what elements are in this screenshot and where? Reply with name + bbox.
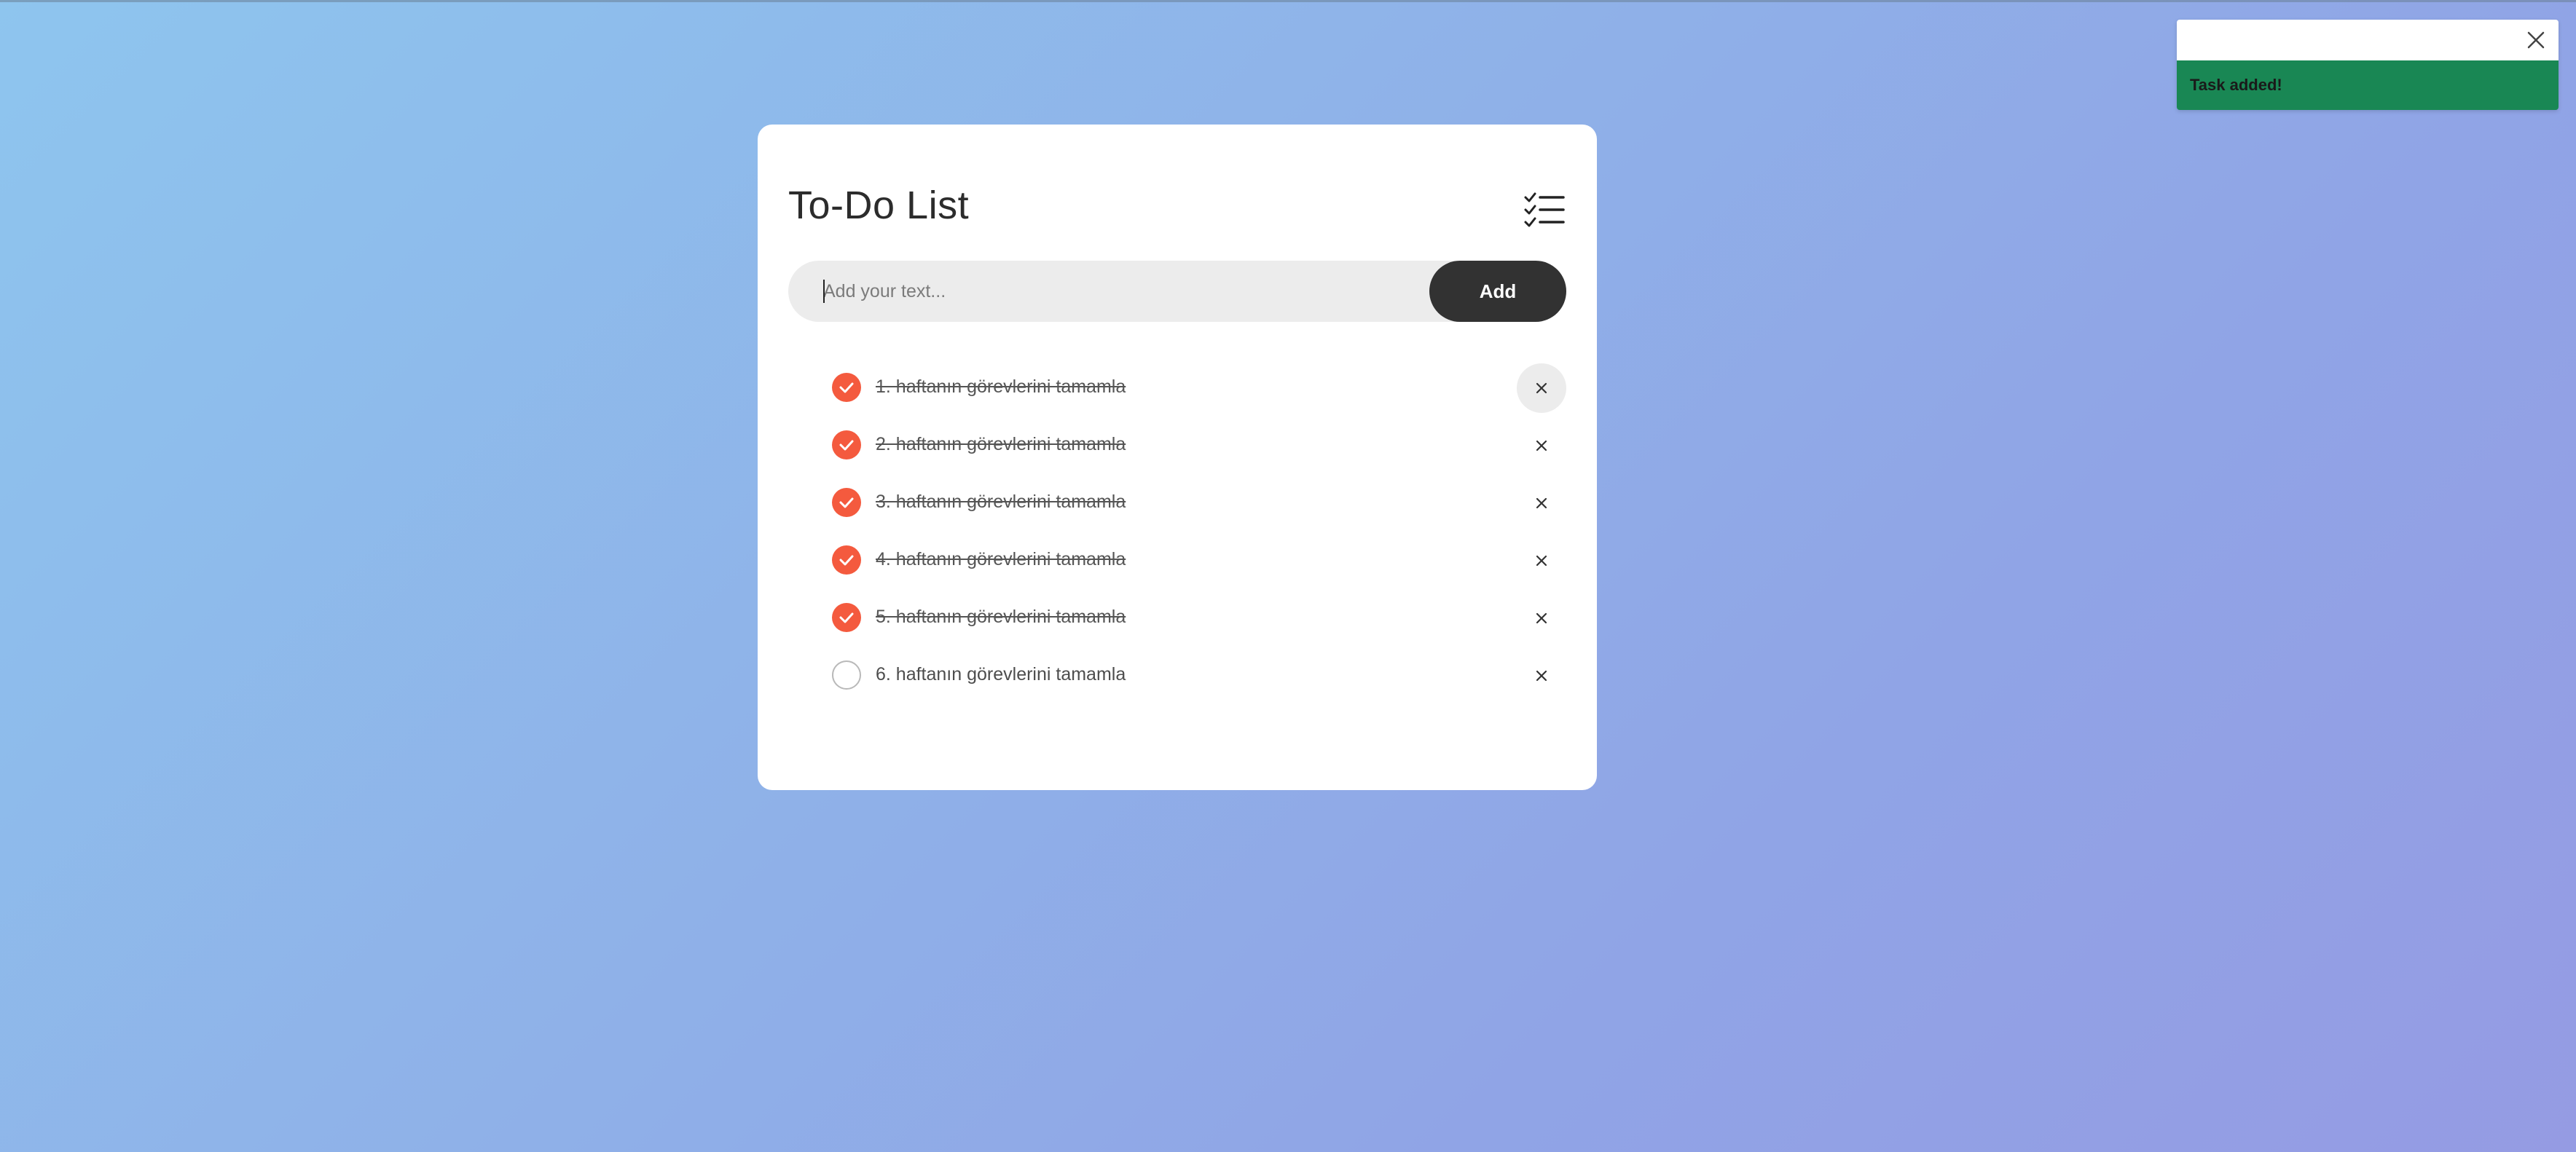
checked-checkbox[interactable] (832, 373, 861, 402)
checkmark-icon (839, 382, 854, 393)
checkmark-icon (839, 555, 854, 566)
toast-header (2177, 20, 2559, 60)
toast-notification: Task added! (2177, 20, 2559, 110)
checklist-icon (1524, 192, 1565, 227)
checked-checkbox[interactable] (832, 545, 861, 575)
page-title: To-Do List (788, 184, 970, 227)
task-text: 5. haftanın görevlerini tamamla (876, 607, 1126, 627)
checked-checkbox[interactable] (832, 430, 861, 459)
task-list: 1. haftanın görevlerini tamamla 2. haftan… (829, 359, 1566, 704)
task-item[interactable]: 5. haftanın görevlerini tamamla (829, 589, 1566, 647)
unchecked-checkbox[interactable] (832, 660, 861, 690)
checkmark-icon (839, 440, 854, 451)
toast-body: Task added! (2177, 60, 2559, 110)
delete-task-button[interactable] (1517, 651, 1566, 701)
task-item[interactable]: 6. haftanın görevlerini tamamla (829, 647, 1566, 704)
checkmark-icon (839, 612, 854, 623)
add-button[interactable]: Add (1429, 261, 1566, 322)
task-item[interactable]: 3. haftanın görevlerini tamamla (829, 474, 1566, 532)
task-input[interactable] (788, 261, 1517, 322)
checked-checkbox[interactable] (832, 603, 861, 632)
task-item[interactable]: 2. haftanın görevlerini tamamla (829, 417, 1566, 474)
checkmark-icon (839, 497, 854, 508)
close-icon[interactable] (2525, 29, 2547, 51)
add-task-row: Add (788, 261, 1566, 322)
task-text: 6. haftanın görevlerini tamamla (876, 664, 1126, 685)
card-header: To-Do List (788, 175, 1566, 248)
delete-task-button[interactable] (1517, 363, 1566, 413)
close-icon (1536, 670, 1547, 682)
close-icon (1536, 497, 1547, 509)
close-icon (1536, 440, 1547, 451)
task-item[interactable]: 4. haftanın görevlerini tamamla (829, 532, 1566, 589)
window-top-border (0, 0, 2576, 2)
delete-task-button[interactable] (1517, 478, 1566, 528)
delete-task-button[interactable] (1517, 536, 1566, 585)
delete-task-button[interactable] (1517, 593, 1566, 643)
task-item[interactable]: 1. haftanın görevlerini tamamla (829, 359, 1566, 417)
checked-checkbox[interactable] (832, 488, 861, 517)
task-text: 3. haftanın görevlerini tamamla (876, 492, 1126, 512)
text-caret (823, 280, 825, 303)
todo-card: To-Do List Add 1. haftanın görevlerini t… (758, 125, 1597, 790)
task-text: 4. haftanın görevlerini tamamla (876, 549, 1126, 569)
delete-task-button[interactable] (1517, 421, 1566, 470)
close-icon (1536, 555, 1547, 567)
toast-message: Task added! (2190, 76, 2282, 94)
task-text: 2. haftanın görevlerini tamamla (876, 434, 1126, 454)
close-icon (1536, 382, 1547, 394)
close-icon (1536, 612, 1547, 624)
task-text: 1. haftanın görevlerini tamamla (876, 376, 1126, 397)
